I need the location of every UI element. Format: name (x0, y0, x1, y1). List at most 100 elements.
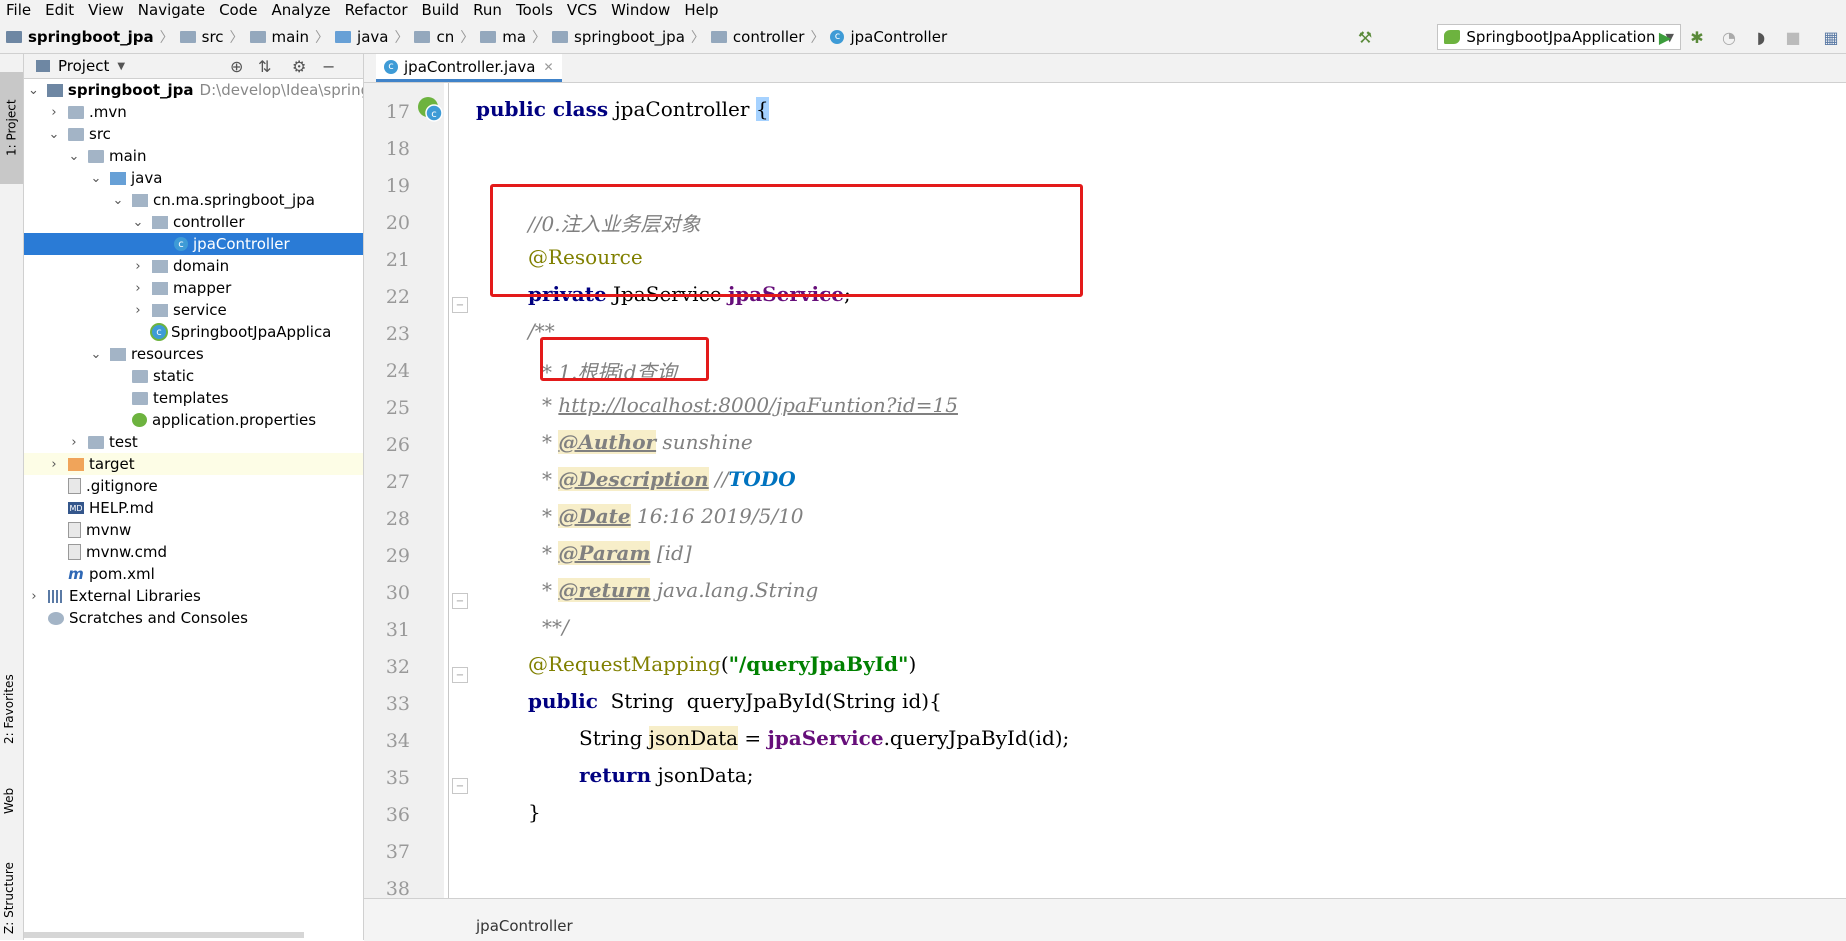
line-number: 37 (385, 841, 410, 863)
menu-file[interactable]: File (0, 0, 38, 20)
menu-vcs[interactable]: VCS (560, 0, 604, 20)
project-structure-icon[interactable]: ▦ (1822, 28, 1840, 47)
chevron-right-icon[interactable]: › (48, 457, 60, 472)
project-panel-title[interactable]: Project (58, 57, 109, 75)
chevron-down-icon[interactable]: ⌄ (112, 193, 124, 208)
fold-marker[interactable]: − (452, 297, 468, 313)
tree-item-jpacontroller[interactable]: c jpaController (24, 233, 363, 255)
chevron-right-icon[interactable]: › (132, 259, 144, 274)
chevron-down-icon[interactable]: ⌄ (48, 127, 60, 142)
tree-item-service[interactable]: › service (24, 299, 363, 321)
tab-project-tool[interactable]: 1: Project (0, 72, 23, 184)
horizontal-scrollbar[interactable] (24, 932, 304, 938)
tree-item-mvnw[interactable]: mvnw (24, 519, 363, 541)
build-hammer-icon[interactable]: ⚒ (1356, 28, 1374, 47)
breadcrumb-springboot-jpa[interactable]: springboot_jpa 〉 (552, 27, 705, 47)
gear-icon[interactable]: ⚙ (292, 57, 306, 76)
fold-marker[interactable]: − (452, 778, 468, 794)
tree-item-mvnw-cmd[interactable]: mvnw.cmd (24, 541, 363, 563)
line-number: 32 (385, 656, 410, 678)
chevron-right-icon[interactable]: › (132, 281, 144, 296)
chevron-down-icon[interactable]: ⌄ (90, 347, 102, 362)
tree-item-application-class[interactable]: c SpringbootJpaApplica (24, 321, 363, 343)
chevron-down-icon[interactable]: ⌄ (90, 171, 102, 186)
tree-item-scratches[interactable]: Scratches and Consoles (24, 607, 363, 629)
class-icon: c (384, 59, 398, 74)
tab-web-tool[interactable]: Web (2, 754, 16, 814)
fold-marker[interactable]: − (452, 593, 468, 609)
editor-breadcrumb[interactable]: jpaController (476, 917, 573, 935)
menu-help[interactable]: Help (677, 0, 725, 20)
tree-item-gitignore[interactable]: .gitignore (24, 475, 363, 497)
menu-run[interactable]: Run (466, 0, 509, 20)
menu-navigate[interactable]: Navigate (131, 0, 212, 20)
chevron-right-icon[interactable]: › (48, 105, 60, 120)
package-icon (152, 215, 168, 229)
run-configuration-select[interactable]: SpringbootJpaApplication ▼ (1437, 24, 1681, 50)
tree-item-target[interactable]: › target (24, 453, 363, 475)
tree-item-application-properties[interactable]: application.properties (24, 409, 363, 431)
tree-item-pom-xml[interactable]: m pom.xml (24, 563, 363, 585)
library-icon (48, 589, 64, 603)
locate-icon[interactable]: ⊕ (230, 57, 243, 76)
chevron-down-icon[interactable]: ⌄ (68, 149, 80, 164)
chevron-right-icon[interactable]: › (132, 303, 144, 318)
tree-item-package[interactable]: ⌄ cn.ma.springboot_jpa (24, 189, 363, 211)
menu-analyze[interactable]: Analyze (264, 0, 337, 20)
markdown-icon: MD (68, 502, 84, 514)
menu-code[interactable]: Code (212, 0, 264, 20)
tree-item-domain[interactable]: › domain (24, 255, 363, 277)
menu-tools[interactable]: Tools (509, 0, 560, 20)
breadcrumb-ma[interactable]: ma 〉 (480, 27, 546, 47)
tree-item-help-md[interactable]: MD HELP.md (24, 497, 363, 519)
line-number: 21 (385, 249, 410, 271)
code-line-31: @RequestMapping("/queryJpaById") (528, 652, 917, 676)
breadcrumb-controller[interactable]: controller 〉 (710, 27, 824, 47)
tab-structure-tool[interactable]: Z: Structure (2, 834, 16, 934)
minimize-icon[interactable]: − (322, 57, 335, 76)
tree-item-main[interactable]: ⌄ main (24, 145, 363, 167)
doc-link[interactable]: http://localhost:8000/jpaFuntion?id=15 (558, 393, 958, 417)
breadcrumb-project[interactable]: springboot_jpa 〉 (6, 27, 174, 47)
breadcrumb-cn[interactable]: cn 〉 (414, 27, 474, 47)
tree-item-templates[interactable]: templates (24, 387, 363, 409)
breadcrumb-jpacontroller[interactable]: c jpaController (830, 28, 947, 46)
menu-edit[interactable]: Edit (38, 0, 81, 20)
breadcrumb-src[interactable]: src 〉 (179, 27, 244, 47)
fold-marker[interactable]: − (452, 667, 468, 683)
tree-item-mapper[interactable]: › mapper (24, 277, 363, 299)
collapse-all-icon[interactable]: ⇅ (258, 57, 271, 76)
tab-jpacontroller-java[interactable]: c jpaController.java ✕ (376, 54, 562, 82)
chevron-right-icon[interactable]: › (68, 435, 80, 450)
tree-item-controller[interactable]: ⌄ controller (24, 211, 363, 233)
tree-item-src[interactable]: ⌄ src (24, 123, 363, 145)
tab-favorites-tool[interactable]: 2: Favorites (2, 634, 16, 744)
run-icon[interactable]: ▶ (1656, 28, 1674, 47)
spring-bean-gutter-icon[interactable]: c (416, 95, 444, 123)
code-area[interactable]: 17 18 19 20 21 22 23 24 25 26 27 28 29 3… (364, 83, 1846, 898)
debug-icon[interactable]: ✱ (1688, 28, 1706, 47)
menu-window[interactable]: Window (604, 0, 677, 20)
menu-view[interactable]: View (81, 0, 131, 20)
stop-icon[interactable]: ■ (1784, 28, 1802, 47)
chevron-down-icon[interactable]: ⌄ (28, 83, 39, 98)
breadcrumb-java[interactable]: java 〉 (335, 27, 408, 47)
menu-build[interactable]: Build (415, 0, 467, 20)
tree-item-mvn[interactable]: › .mvn (24, 101, 363, 123)
menu-refactor[interactable]: Refactor (338, 0, 415, 20)
profile-icon[interactable]: ◗ (1752, 28, 1770, 47)
chevron-right-icon[interactable]: › (28, 589, 40, 604)
chevron-down-icon[interactable]: ⌄ (132, 215, 144, 230)
tree-item-external-libraries[interactable]: › External Libraries (24, 585, 363, 607)
breadcrumb-main[interactable]: main 〉 (249, 27, 329, 47)
close-icon[interactable]: ✕ (543, 60, 553, 74)
tree-item-test[interactable]: › test (24, 431, 363, 453)
folder-icon (88, 149, 104, 163)
chevron-down-icon[interactable]: ▼ (117, 61, 125, 72)
package-icon (414, 30, 431, 43)
tree-item-root[interactable]: ⌄ springboot_jpa D:\develop\Idea\spring (24, 79, 363, 101)
tree-item-static[interactable]: static (24, 365, 363, 387)
coverage-icon[interactable]: ◔ (1720, 28, 1738, 47)
tree-item-java[interactable]: ⌄ java (24, 167, 363, 189)
tree-item-resources[interactable]: ⌄ resources (24, 343, 363, 365)
